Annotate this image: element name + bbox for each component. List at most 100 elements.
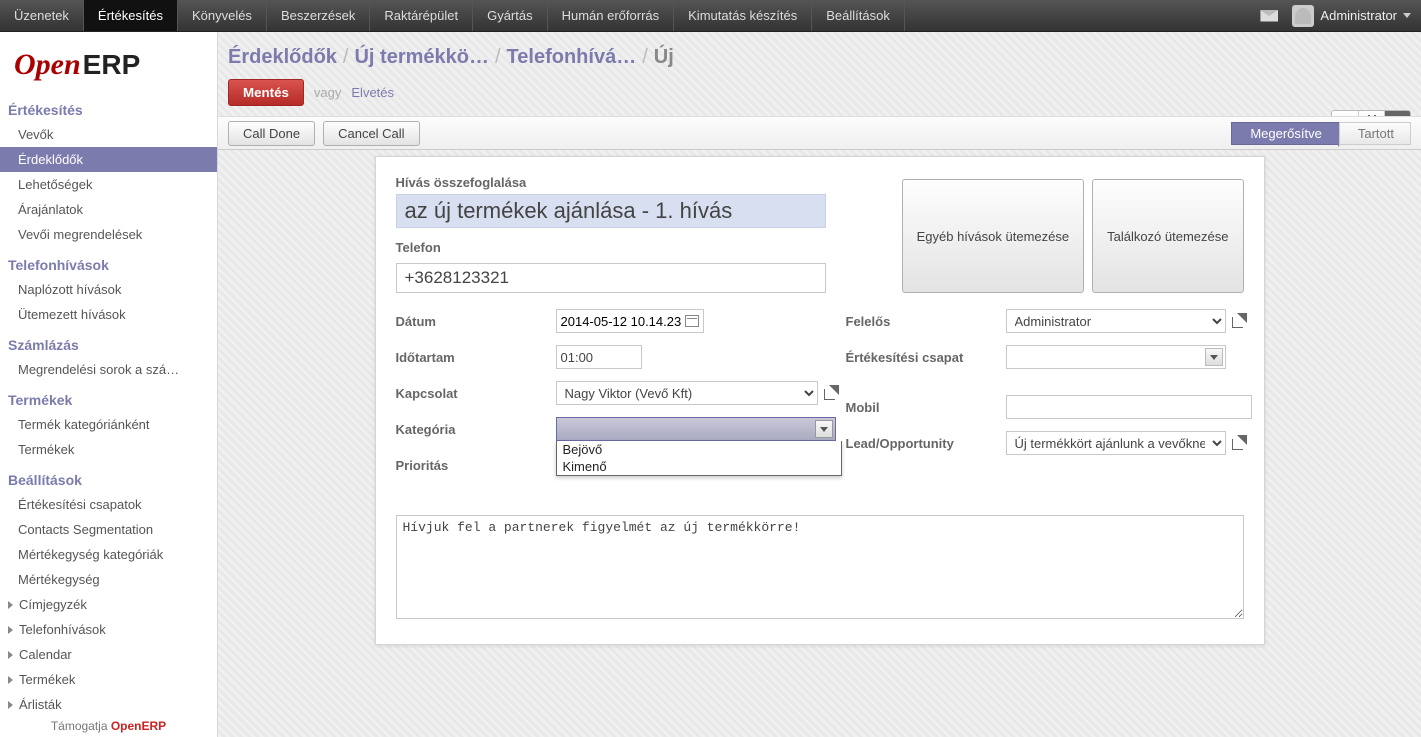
user-name: Administrator — [1320, 8, 1397, 23]
topmenu-item[interactable]: Könyvelés — [178, 0, 267, 31]
status-confirmed[interactable]: Megerősítve — [1231, 122, 1339, 145]
topmenu-item[interactable]: Értékesítés — [84, 0, 178, 31]
footer-leading: Támogatja — [51, 719, 111, 733]
responsible-select[interactable]: Administrator — [1006, 309, 1226, 333]
sidebar-item[interactable]: Contacts Segmentation — [0, 517, 217, 542]
sidebar-item[interactable]: Vevők — [0, 122, 217, 147]
avatar-icon — [1292, 5, 1314, 27]
sidebar-collapsible-label: Termékek — [19, 672, 75, 687]
save-button[interactable]: Mentés — [228, 79, 304, 106]
category-dropdown-menu: Bejövő Kimenő — [556, 441, 842, 476]
mobile-input[interactable] — [1006, 395, 1252, 419]
calendar-icon[interactable] — [685, 315, 699, 327]
sidebar-collapsible[interactable]: Címjegyzék — [0, 592, 217, 617]
logo-erp: ERP — [83, 49, 141, 80]
date-text[interactable] — [561, 314, 681, 329]
external-link-icon[interactable] — [1232, 436, 1246, 450]
label-contact: Kapcsolat — [396, 386, 556, 401]
sidebar-collapsible[interactable]: Termékek — [0, 667, 217, 692]
sidebar-section-title[interactable]: Számlázás — [0, 327, 217, 357]
sidebar-item[interactable]: Értékesítési csapatok — [0, 492, 217, 517]
form-sheet: Hívás összefoglalása Telefon Egyéb hívás… — [375, 156, 1265, 645]
chevron-right-icon — [8, 601, 13, 609]
discard-link[interactable]: Elvetés — [351, 85, 394, 100]
label-summary: Hívás összefoglalása — [396, 175, 902, 190]
sidebar-section-title[interactable]: Termékek — [0, 382, 217, 412]
sidebar-item[interactable]: Naplózott hívások — [0, 277, 217, 302]
topmenu-item[interactable]: Raktárépület — [370, 0, 473, 31]
chevron-right-icon — [8, 651, 13, 659]
category-select[interactable] — [556, 417, 836, 441]
sidebar-item[interactable]: Mértékegység kategóriák — [0, 542, 217, 567]
sidebar-section-title[interactable]: Telefonhívások — [0, 247, 217, 277]
chevron-down-icon — [820, 427, 828, 432]
breadcrumb: Érdeklődők / Új termékkö… / Telefonhívá…… — [218, 32, 1421, 73]
sidebar-collapsible-label: Árlisták — [19, 697, 62, 712]
schedule-meeting-button[interactable]: Találkozó ütemezése — [1092, 179, 1243, 293]
status-held[interactable]: Tartott — [1339, 122, 1411, 145]
external-link-icon[interactable] — [824, 386, 838, 400]
sidebar-item[interactable]: Érdeklődők — [0, 147, 217, 172]
sidebar-footer: Támogatja OpenERP — [0, 719, 217, 733]
chevron-right-icon — [8, 626, 13, 634]
sidebar-collapsible[interactable]: Telefonhívások — [0, 617, 217, 642]
top-menu-bar: ÜzenetekÉrtékesítésKönyvelésBeszerzésekR… — [0, 0, 1421, 32]
label-priority: Prioritás — [396, 458, 556, 473]
label-mobile: Mobil — [846, 400, 1006, 415]
messages-icon[interactable] — [1260, 10, 1278, 22]
notes-textarea[interactable] — [396, 515, 1244, 619]
label-salesteam: Értékesítési csapat — [846, 350, 1006, 365]
sidebar-section-title[interactable]: Beállítások — [0, 462, 217, 492]
contact-select[interactable]: Nagy Viktor (Vevő Kft) — [556, 381, 818, 405]
sidebar-item[interactable]: Vevői megrendelések — [0, 222, 217, 247]
dropdown-toggle-icon[interactable] — [1205, 348, 1223, 366]
topmenu-item[interactable]: Beállítások — [812, 0, 905, 31]
sidebar-collapsible-label: Telefonhívások — [19, 622, 106, 637]
sidebar-item[interactable]: Mértékegység — [0, 567, 217, 592]
sidebar-item[interactable]: Lehetőségek — [0, 172, 217, 197]
label-category: Kategória — [396, 422, 556, 437]
external-link-icon[interactable] — [1232, 314, 1246, 328]
or-text: vagy — [314, 85, 341, 100]
date-input[interactable] — [556, 309, 704, 333]
topmenu-item[interactable]: Üzenetek — [0, 0, 84, 31]
sidebar-item[interactable]: Termékek — [0, 437, 217, 462]
topmenu-item[interactable]: Humán erőforrás — [548, 0, 675, 31]
duration-input[interactable] — [556, 345, 642, 369]
sidebar: OpenERP ÉrtékesítésVevőkÉrdeklődőkLehető… — [0, 32, 218, 737]
topmenu-item[interactable]: Kimutatás készítés — [674, 0, 812, 31]
topmenu-item[interactable]: Beszerzések — [267, 0, 370, 31]
breadcrumb-link[interactable]: Új termékkö… — [354, 46, 489, 69]
category-option[interactable]: Kimenő — [557, 458, 841, 475]
sidebar-collapsible-label: Címjegyzék — [19, 597, 87, 612]
category-option[interactable]: Bejövő — [557, 441, 841, 458]
user-menu[interactable]: Administrator — [1292, 5, 1411, 27]
label-lead: Lead/Opportunity — [846, 436, 1006, 451]
breadcrumb-link[interactable]: Telefonhívá… — [507, 46, 637, 69]
sidebar-item[interactable]: Árajánlatok — [0, 197, 217, 222]
dropdown-toggle-icon[interactable] — [815, 420, 833, 438]
summary-input[interactable] — [396, 194, 826, 228]
sidebar-item[interactable]: Termék kategóriánként — [0, 412, 217, 437]
label-phone: Telefon — [396, 240, 902, 255]
cancel-call-button[interactable]: Cancel Call — [323, 121, 419, 146]
logo[interactable]: OpenERP — [0, 32, 217, 92]
chevron-down-icon — [1210, 355, 1218, 360]
breadcrumb-link[interactable]: Érdeklődők — [228, 46, 337, 69]
topmenu-item[interactable]: Gyártás — [473, 0, 548, 31]
label-responsible: Felelős — [846, 314, 1006, 329]
salesteam-select[interactable] — [1006, 345, 1226, 369]
breadcrumb-current: Új — [654, 46, 674, 69]
label-duration: Időtartam — [396, 350, 556, 365]
footer-brand[interactable]: OpenERP — [111, 719, 166, 733]
sidebar-collapsible[interactable]: Calendar — [0, 642, 217, 667]
label-date: Dátum — [396, 314, 556, 329]
schedule-other-calls-button[interactable]: Egyéb hívások ütemezése — [902, 179, 1084, 293]
lead-select[interactable]: Új termékkört ajánlunk a vevőknek — [1006, 431, 1226, 455]
call-done-button[interactable]: Call Done — [228, 121, 315, 146]
phone-input[interactable] — [396, 263, 826, 293]
sidebar-section-title[interactable]: Értékesítés — [0, 92, 217, 122]
sidebar-item[interactable]: Ütemezett hívások — [0, 302, 217, 327]
sidebar-item[interactable]: Megrendelési sorok a szá… — [0, 357, 217, 382]
sidebar-collapsible[interactable]: Árlisták — [0, 692, 217, 717]
